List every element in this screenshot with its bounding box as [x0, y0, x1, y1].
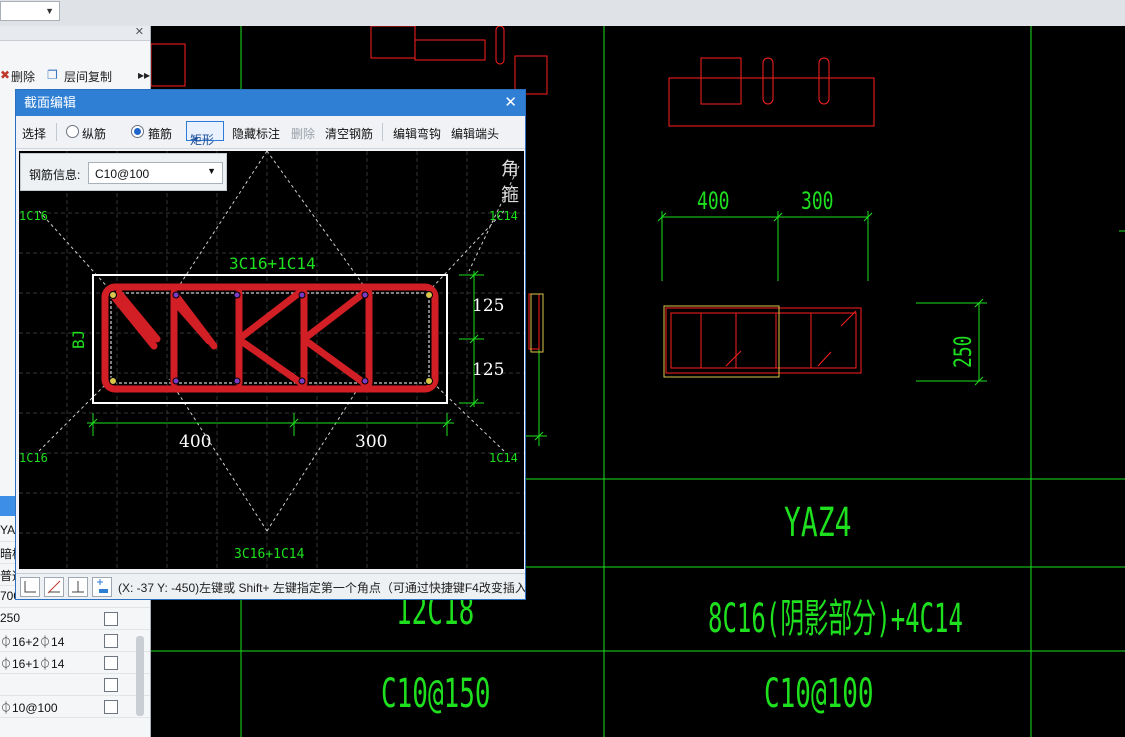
top-toolbar: ▼	[0, 0, 1125, 27]
chevron-down-icon: ▼	[45, 6, 54, 16]
delete-button[interactable]: 删除	[291, 125, 315, 142]
more-icon[interactable]: ▸▸	[138, 68, 150, 82]
label-side: BJ	[69, 329, 88, 349]
shape-dropdown[interactable]: 矩形 ▼	[186, 121, 224, 147]
toolbar-separator	[56, 123, 57, 141]
ortho-icon[interactable]	[20, 577, 40, 597]
status-text: (X: -37 Y: -450)左键或 Shift+ 左键指定第一个角点（可通过…	[118, 581, 525, 595]
list-item[interactable]	[0, 674, 150, 696]
dialog-title-bar[interactable]: 截面编辑 ✕	[16, 90, 525, 116]
label-bottom-left: 1C16	[19, 451, 48, 465]
chevron-down-icon: ▼	[192, 135, 200, 144]
section-edit-dialog: 截面编辑 ✕ 选择 纵筋 箍筋 矩形 ▼ 隐藏标注 删除 清空钢筋 编辑弯钩 编辑…	[15, 89, 526, 600]
edit-hook-button[interactable]: 编辑弯钩	[393, 125, 441, 142]
dim-height-2: 125	[472, 360, 505, 380]
cad-stirrup-left: C10@150	[381, 671, 491, 717]
list-item[interactable]: ⏀10@100	[0, 696, 150, 718]
longitudinal-radio[interactable]	[66, 125, 79, 138]
clear-rebar-button[interactable]: 清空钢筋	[325, 125, 373, 142]
dim-width-1: 400	[179, 432, 212, 452]
label-top-rebar: 3C16+1C14	[229, 254, 316, 273]
dim-height-1: 125	[472, 296, 505, 316]
checkbox[interactable]	[104, 634, 118, 648]
dialog-toolbar: 选择 纵筋 箍筋 矩形 ▼ 隐藏标注 删除 清空钢筋 编辑弯钩 编辑端头	[16, 116, 525, 149]
label-top-left: 1C16	[19, 209, 48, 223]
copy-icon[interactable]: ❐	[47, 68, 58, 82]
cad-stirrup-right: C10@100	[764, 671, 874, 717]
status-bar: (X: -37 Y: -450)左键或 Shift+ 左键指定第一个角点（可通过…	[16, 573, 525, 599]
cad-dim-400: 400	[697, 187, 730, 215]
hide-annotation-button[interactable]: 隐藏标注	[232, 125, 280, 142]
corner-note-2: 箍	[501, 185, 519, 206]
close-icon[interactable]: ✕	[504, 90, 517, 116]
checkbox[interactable]	[104, 700, 118, 714]
label-top-right: 1C14	[489, 209, 518, 223]
checkbox[interactable]	[104, 656, 118, 670]
cad-main-rebar: 8C16(阴影部分)+4C14	[708, 596, 963, 642]
dialog-title: 截面编辑	[24, 95, 77, 110]
list-item[interactable]: 250	[0, 608, 150, 630]
label-bottom-right: 1C14	[489, 451, 518, 465]
copy-between-floors-button[interactable]: 层间复制	[64, 68, 112, 85]
delete-button[interactable]: 删除	[11, 68, 35, 85]
left-panel-header: ✕	[0, 26, 150, 41]
rebar-info-panel: 钢筋信息: C10@100 ▼	[20, 153, 227, 191]
list-item[interactable]: ⏀16+1⏀14	[0, 652, 150, 674]
cad-column-name: YAZ4	[784, 500, 852, 546]
checkbox[interactable]	[104, 612, 118, 626]
section-drawing	[19, 151, 524, 569]
chevron-down-icon: ▼	[207, 166, 216, 176]
left-panel-toolbar: ✖ 删除 ❐ 层间复制 ▸▸	[0, 62, 150, 90]
stirrup-label[interactable]: 箍筋	[148, 125, 172, 142]
top-combo[interactable]: ▼	[0, 1, 60, 21]
snap-icon[interactable]	[68, 577, 88, 597]
edit-end-button[interactable]: 编辑端头	[451, 125, 499, 142]
toolbar-separator	[382, 123, 383, 141]
longitudinal-label[interactable]: 纵筋	[82, 125, 106, 142]
section-canvas[interactable]: 角 箍 1C16 1C14 1C16 1C14 3C16+1C14 3C16+1…	[19, 151, 524, 569]
dim-width-2: 300	[355, 432, 388, 452]
checkbox[interactable]	[104, 678, 118, 692]
rebar-info-label: 钢筋信息:	[29, 168, 81, 182]
stirrup-radio[interactable]	[131, 125, 144, 138]
label-bottom-rebar: 3C16+1C14	[234, 547, 305, 562]
insert-point-icon[interactable]	[92, 577, 112, 597]
list-item[interactable]: ⏀16+2⏀14	[0, 630, 150, 652]
rebar-info-select[interactable]: C10@100 ▼	[88, 162, 223, 184]
polar-icon[interactable]	[44, 577, 64, 597]
corner-note-1: 角	[501, 159, 519, 180]
cad-dim-300: 300	[801, 187, 834, 215]
select-button[interactable]: 选择	[22, 125, 46, 142]
close-icon[interactable]: ✕	[135, 26, 144, 38]
scrollbar[interactable]	[136, 636, 144, 716]
cad-dim-250: 250	[949, 335, 977, 368]
delete-icon[interactable]: ✖	[0, 68, 10, 82]
